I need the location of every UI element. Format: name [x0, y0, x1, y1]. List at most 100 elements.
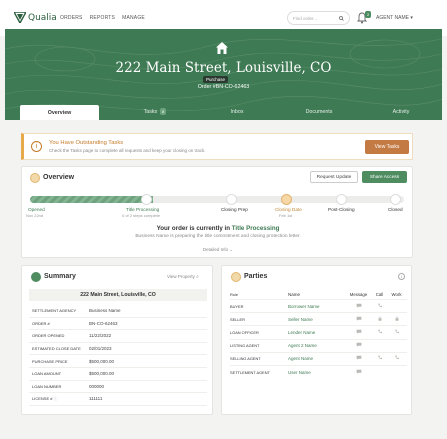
message-icon[interactable]: [346, 355, 371, 362]
info-icon[interactable]: ⓘ: [54, 396, 58, 401]
summary-key: LOAN NUMBER: [32, 383, 62, 389]
lock-icon[interactable]: [388, 316, 405, 323]
phone-icon[interactable]: [388, 355, 405, 362]
phone-icon[interactable]: [388, 329, 405, 336]
search-icon: [339, 15, 344, 21]
milestone-sub: Feb 1st: [279, 213, 293, 218]
progress-track: [30, 196, 404, 203]
tab-overview[interactable]: Overview: [20, 105, 99, 120]
party-row: SETTLEMENT AGENT User Name: [230, 364, 407, 378]
tab-inbox[interactable]: Inbox: [196, 103, 278, 120]
summary-value: 02/01/2023: [89, 346, 112, 352]
party-row: SELLER Seller Name: [230, 312, 407, 325]
message-icon[interactable]: [346, 303, 371, 310]
party-name-link[interactable]: Agent 2 Name: [288, 343, 346, 348]
logo[interactable]: Qualia: [14, 12, 57, 23]
chevron-down-icon: ⌄: [229, 247, 234, 252]
share-access-button[interactable]: Share Access: [362, 171, 407, 183]
home-icon: [216, 42, 228, 54]
party-name-link[interactable]: Agent Name: [288, 356, 346, 361]
qualia-logo-icon: [14, 12, 26, 23]
col-header-role: Role: [230, 291, 239, 297]
alert-subtitle: Check the Tasks page to complete all req…: [49, 148, 206, 153]
message-icon[interactable]: [346, 342, 371, 349]
summary-key: ESTIMATED CLOSE DATE: [32, 346, 81, 352]
user-menu[interactable]: AGENT NAME ▾: [376, 15, 413, 21]
overview-card: Overview Request Update Share Access Ope…: [21, 166, 413, 258]
message-icon[interactable]: [346, 369, 371, 376]
outstanding-tasks-alert: i You Have Outstanding Tasks Check the T…: [21, 133, 413, 160]
col-header-call: Call: [375, 291, 384, 297]
nav-link-reports[interactable]: REPORTS: [90, 15, 115, 21]
view-tasks-button[interactable]: View Tasks: [365, 140, 409, 154]
tab-label: Activity: [392, 108, 410, 115]
info-icon[interactable]: i: [398, 273, 405, 280]
tab-label: Tasks: [143, 108, 158, 115]
summary-row: LOAN AMOUNT $500,000.00: [29, 368, 207, 381]
license-label: LICENSE #: [32, 395, 53, 401]
purpose-badge: Purchase: [203, 76, 229, 83]
summary-value: 111111: [89, 396, 103, 402]
detailed-info-link[interactable]: Detailed Info ⌄: [22, 247, 414, 253]
milestone-label: Closing Date: [275, 207, 302, 212]
summary-key: LOAN AMOUNT: [32, 371, 62, 377]
summary-value: BN-CO-62463: [89, 320, 118, 326]
status-message: Your order is currently in Title Process…: [22, 225, 414, 232]
tab-documents[interactable]: Documents: [278, 103, 360, 120]
milestone-post-closing: [336, 194, 347, 205]
summary-key: SETTLEMENT AGENCY: [32, 308, 77, 314]
milestone-label: Opened: [28, 207, 45, 212]
lock-icon[interactable]: [371, 316, 388, 323]
phone-icon[interactable]: [371, 355, 388, 362]
message-icon[interactable]: [346, 316, 371, 323]
milestone-closed: [390, 194, 401, 205]
tab-label: Documents: [305, 108, 333, 115]
request-update-button[interactable]: Request Update: [310, 171, 358, 183]
summary-card: Summary View Property ⌕ 222 Main Street,…: [21, 265, 213, 415]
summary-icon: [31, 272, 41, 282]
search-input[interactable]: Find order...: [287, 11, 350, 25]
party-name-link[interactable]: Seller Name: [288, 317, 346, 322]
summary-key: LICENSE # ⓘ: [29, 396, 89, 402]
phone-icon[interactable]: [371, 303, 388, 310]
order-number: Order #BN-CO-62463: [197, 84, 250, 90]
tasks-count-badge: 8: [160, 108, 167, 115]
info-icon: i: [31, 141, 42, 152]
party-name-link[interactable]: Borrower Name: [288, 304, 346, 309]
party-name-link[interactable]: Lender Name: [288, 330, 346, 335]
nav-link-manage[interactable]: MANAGE: [122, 15, 145, 21]
status-prefix: Your order is currently in: [156, 225, 232, 232]
summary-value: $500,000.00: [89, 358, 115, 364]
party-rows: BUYER Borrower Name SELLER Seller Name LOAN …: [230, 299, 407, 378]
summary-key: PURCHASE PRICE: [32, 358, 68, 364]
tab-label: Overview: [47, 109, 72, 116]
logo-text: Qualia: [28, 12, 57, 23]
summary-row: SETTLEMENT AGENCY Business Name: [29, 305, 207, 318]
order-address: 222 Main Street, Louisville, CO: [115, 60, 332, 76]
milestone-label: Post-Closing: [328, 207, 355, 212]
party-role: SELLER: [230, 316, 245, 322]
parties-table: Role Name Message Call Work BUYER Borrowe…: [230, 289, 407, 378]
progress-fill: [30, 196, 154, 203]
nav-link-orders[interactable]: ORDERS: [60, 15, 83, 21]
milestone-label: Closed: [388, 207, 403, 212]
message-icon[interactable]: [346, 329, 371, 336]
phone-icon[interactable]: [371, 329, 388, 336]
party-row: SELLING AGENT Agent Name: [230, 351, 407, 365]
summary-row: ORDER OPENED 11/22/2022: [29, 330, 207, 343]
parties-title: Parties: [244, 273, 268, 280]
chevron-down-icon: ▾: [410, 15, 413, 21]
notification-badge: 2: [365, 11, 372, 18]
summary-title: Summary: [44, 273, 76, 280]
milestone-closing-prep: [226, 194, 237, 205]
order-tabs: Overview Tasks 8 Inbox Documents Activity: [5, 103, 442, 120]
status-stage: Title Processing: [231, 225, 280, 232]
tab-tasks[interactable]: Tasks 8: [114, 103, 196, 120]
alert-title: You Have Outstanding Tasks: [49, 140, 124, 146]
view-property-link[interactable]: View Property ⌕: [167, 274, 199, 279]
summary-value: Business Name: [89, 308, 121, 314]
user-name: AGENT NAME: [376, 15, 409, 21]
parties-card: Parties i Role Name Message Call Work BU…: [221, 265, 412, 415]
party-name-link[interactable]: User Name: [288, 370, 346, 375]
tab-activity[interactable]: Activity: [360, 103, 442, 120]
